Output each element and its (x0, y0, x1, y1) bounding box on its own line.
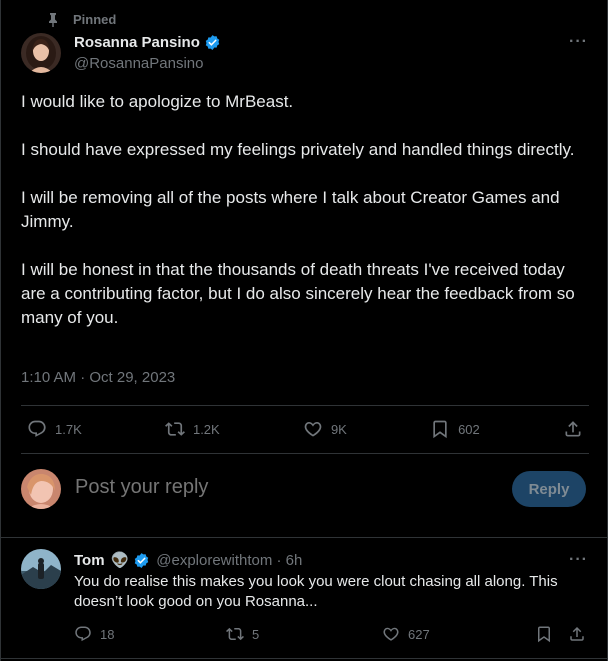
alien-emoji: 👽 (110, 552, 130, 569)
pinned-indicator: Pinned (47, 12, 116, 27)
comment-reply-count: 18 (100, 626, 115, 642)
verified-badge-icon (205, 35, 220, 50)
commenter-name[interactable]: Tom (74, 552, 105, 569)
commenter-handle-time[interactable]: @explorewithtom · 6h (156, 552, 302, 569)
comment-repost-action[interactable]: 5 (226, 625, 259, 643)
author-avatar[interactable] (21, 33, 61, 73)
repost-action[interactable]: 1.2K (165, 419, 220, 439)
commenter-avatar[interactable] (21, 549, 61, 589)
share-action[interactable] (563, 419, 583, 439)
tweet-paragraph: I will be honest in that the thousands o… (21, 260, 575, 327)
comment-bookmark-action[interactable] (535, 625, 553, 643)
author-name[interactable]: Rosanna Pansino (74, 34, 200, 51)
comment-text: You do realise this makes you look you w… (74, 573, 558, 610)
tweet-action-bar: 1.7K 1.2K 9K 602 (21, 405, 589, 453)
comment-action-bar: 18 5 627 (74, 624, 586, 644)
comment-like-action[interactable]: 627 (382, 625, 430, 643)
divider (1, 537, 608, 538)
like-count: 9K (330, 421, 347, 437)
share-icon (570, 626, 584, 641)
bookmark-count: 602 (458, 421, 480, 437)
reply-button[interactable]: Reply (512, 471, 586, 507)
tweet-timestamp[interactable]: 1:10 AM · Oct 29, 2023 (21, 369, 175, 386)
author-name-row: Rosanna Pansino (74, 34, 221, 51)
tweet-paragraph: I should have expressed my feelings priv… (21, 140, 575, 159)
comment-like-count: 627 (408, 626, 430, 642)
reply-icon (28, 420, 46, 437)
reply-action[interactable]: 1.7K (27, 419, 82, 439)
tweet-body: I would like to apologize to MrBeast. I … (21, 90, 591, 354)
reply-icon (75, 626, 91, 642)
comment-repost-count: 5 (252, 626, 260, 642)
heart-icon (383, 627, 399, 641)
share-icon (565, 421, 581, 437)
reply-count: 1.7K (55, 421, 82, 437)
bookmark-action[interactable]: 602 (430, 419, 480, 439)
pin-icon (49, 12, 57, 27)
reply-input[interactable] (75, 476, 375, 499)
verified-badge-icon (135, 552, 149, 568)
like-action[interactable]: 9K (303, 419, 347, 439)
comment-more-options-button[interactable]: ··· (569, 551, 588, 569)
author-handle[interactable]: @RosannaPansino (74, 55, 203, 72)
repost-icon (226, 627, 244, 641)
repost-icon (165, 422, 185, 436)
bookmark-icon (433, 420, 447, 439)
repost-count: 1.2K (192, 421, 220, 437)
more-options-button[interactable]: ··· (569, 33, 588, 51)
tweet-paragraph: I would like to apologize to MrBeast. (21, 92, 294, 111)
heart-icon (304, 421, 322, 437)
comment-reply-action[interactable]: 18 (74, 625, 114, 643)
pinned-label: Pinned (73, 12, 117, 27)
current-user-avatar[interactable] (21, 469, 61, 509)
divider (21, 453, 589, 454)
post-detail-frame: Pinned Rosanna Pansino @RosannaPansino ·… (0, 0, 608, 661)
comment-share-action[interactable] (568, 625, 586, 643)
tweet-paragraph: I will be removing all of the posts wher… (21, 188, 560, 231)
bookmark-icon (538, 626, 550, 643)
comment-header: Tom 👽 @explorewithtom · 6h (74, 551, 302, 570)
divider (1, 658, 608, 659)
